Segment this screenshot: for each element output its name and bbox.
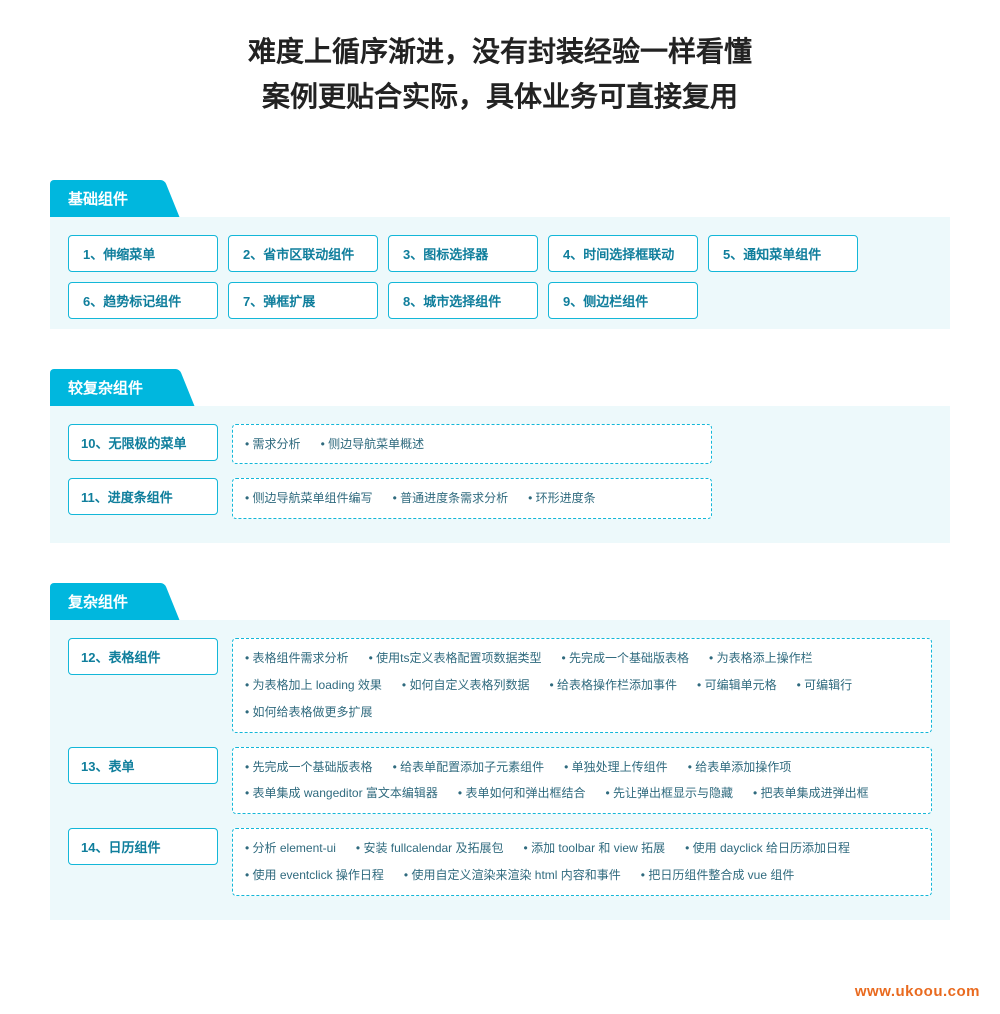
detail-point: 使用自定义渲染来渲染 html 内容和事件: [404, 864, 621, 887]
detail-point: 单独处理上传组件: [564, 756, 668, 779]
detail-point: 给表格操作栏添加事件: [549, 674, 677, 697]
detail-point: 给表单添加操作项: [688, 756, 792, 779]
detail-point: 如何给表格做更多扩展: [245, 701, 373, 724]
component-row: 11、进度条组件侧边导航菜单组件编写普通进度条需求分析环形进度条: [68, 478, 932, 519]
row-title: 10、无限极的菜单: [68, 424, 218, 461]
section-basic: 基础组件 1、伸缩菜单 2、省市区联动组件 3、图标选择器 4、时间选择框联动 5、通知…: [50, 180, 950, 329]
section-tab-complex: 复杂组件: [50, 583, 158, 620]
detail-point: 先完成一个基础版表格: [561, 647, 689, 670]
section-mid: 较复杂组件 10、无限极的菜单需求分析侧边导航菜单概述11、进度条组件侧边导航菜…: [50, 369, 950, 544]
detail-point: 使用 eventclick 操作日程: [245, 864, 384, 887]
section-tab-label: 较复杂组件: [68, 380, 143, 397]
detail-point: 先让弹出框显示与隐藏: [605, 782, 733, 805]
detail-point: 可编辑单元格: [697, 674, 777, 697]
component-row: 14、日历组件 分析 element-ui 安装 fullcalendar 及拓展包…: [68, 828, 932, 896]
row-title: 13、表单: [68, 747, 218, 784]
detail-point: 使用ts定义表格配置项数据类型: [369, 647, 542, 670]
row-title: 11、进度条组件: [68, 478, 218, 515]
page-headline: 难度上循序渐进，没有封装经验一样看懂 案例更贴合实际，具体业务可直接复用: [0, 30, 1000, 120]
detail-point: 表格组件需求分析: [245, 647, 349, 670]
section-body-basic: 1、伸缩菜单 2、省市区联动组件 3、图标选择器 4、时间选择框联动 5、通知菜单组件 6…: [50, 217, 950, 329]
detail-point: 环形进度条: [528, 487, 596, 510]
component-pill: 8、城市选择组件: [388, 282, 538, 319]
component-row: 13、表单先完成一个基础版表格给表单配置添加子元素组件单独处理上传组件给表单添加…: [68, 747, 932, 815]
detail-point: 先完成一个基础版表格: [245, 756, 373, 779]
headline-line-1: 难度上循序渐进，没有封装经验一样看懂: [0, 30, 1000, 75]
component-row: 12、表格组件表格组件需求分析使用ts定义表格配置项数据类型先完成一个基础版表格…: [68, 638, 932, 732]
component-pill: 3、图标选择器: [388, 235, 538, 272]
basic-pill-grid: 1、伸缩菜单 2、省市区联动组件 3、图标选择器 4、时间选择框联动 5、通知菜单组件 6…: [68, 235, 932, 319]
component-row: 10、无限极的菜单需求分析侧边导航菜单概述: [68, 424, 932, 465]
watermark: www.ukoou.com: [855, 983, 980, 1000]
row-detail: 侧边导航菜单组件编写普通进度条需求分析环形进度条: [232, 478, 712, 519]
detail-point: 侧边导航菜单组件编写: [245, 487, 373, 510]
component-pill: 1、伸缩菜单: [68, 235, 218, 272]
detail-point: 如何自定义表格列数据: [402, 674, 530, 697]
detail-point: 普通进度条需求分析: [393, 487, 509, 510]
detail-point: 安装 fullcalendar 及拓展包: [356, 837, 504, 860]
detail-point: 侧边导航菜单概述: [321, 433, 425, 456]
component-pill: 2、省市区联动组件: [228, 235, 378, 272]
detail-point: 需求分析: [245, 433, 301, 456]
detail-point: 为表格加上 loading 效果: [245, 674, 382, 697]
row-detail: 需求分析侧边导航菜单概述: [232, 424, 712, 465]
detail-point: 为表格添上操作栏: [709, 647, 813, 670]
component-pill: 6、趋势标记组件: [68, 282, 218, 319]
detail-point: 给表单配置添加子元素组件: [393, 756, 545, 779]
detail-point: 表单集成 wangeditor 富文本编辑器: [245, 782, 438, 805]
row-detail: 表格组件需求分析使用ts定义表格配置项数据类型先完成一个基础版表格为表格添上操作…: [232, 638, 932, 732]
section-body-mid: 10、无限极的菜单需求分析侧边导航菜单概述11、进度条组件侧边导航菜单组件编写普…: [50, 406, 950, 544]
section-tab-label: 基础组件: [68, 191, 128, 208]
section-tab-basic: 基础组件: [50, 180, 158, 217]
section-complex: 复杂组件 12、表格组件表格组件需求分析使用ts定义表格配置项数据类型先完成一个…: [50, 583, 950, 920]
row-detail: 先完成一个基础版表格给表单配置添加子元素组件单独处理上传组件给表单添加操作项表单…: [232, 747, 932, 815]
component-pill: 9、侧边栏组件: [548, 282, 698, 319]
component-pill: 4、时间选择框联动: [548, 235, 698, 272]
component-pill: 5、通知菜单组件: [708, 235, 858, 272]
detail-point: 把表单集成进弹出框: [753, 782, 869, 805]
row-title: 12、表格组件: [68, 638, 218, 675]
detail-point: 分析 element-ui: [245, 837, 336, 860]
detail-point: 把日历组件整合成 vue 组件: [641, 864, 795, 887]
section-tab-mid: 较复杂组件: [50, 369, 173, 406]
detail-point: 可编辑行: [797, 674, 853, 697]
section-tab-label: 复杂组件: [68, 594, 128, 611]
detail-point: 表单如何和弹出框结合: [458, 782, 586, 805]
detail-point: 添加 toolbar 和 view 拓展: [524, 837, 666, 860]
row-title: 14、日历组件: [68, 828, 218, 865]
headline-line-2: 案例更贴合实际，具体业务可直接复用: [0, 75, 1000, 120]
row-detail: 分析 element-ui 安装 fullcalendar 及拓展包添加 tool…: [232, 828, 932, 896]
section-body-complex: 12、表格组件表格组件需求分析使用ts定义表格配置项数据类型先完成一个基础版表格…: [50, 620, 950, 920]
component-pill: 7、弹框扩展: [228, 282, 378, 319]
detail-point: 使用 dayclick 给日历添加日程: [685, 837, 850, 860]
